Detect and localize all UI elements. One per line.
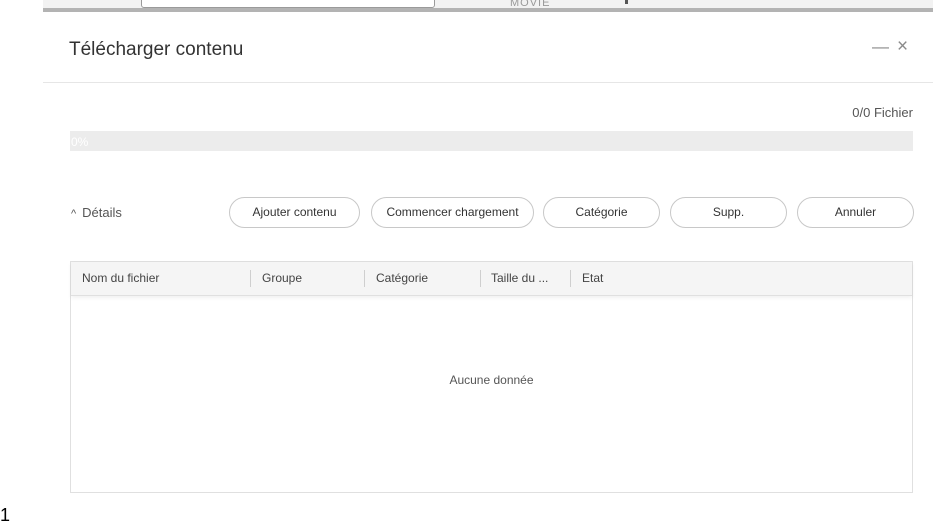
- column-header-group[interactable]: Groupe: [262, 262, 302, 295]
- column-header-size[interactable]: Taille du ...: [491, 262, 548, 295]
- chevron-up-icon: ^: [71, 208, 77, 220]
- column-divider[interactable]: [250, 270, 251, 287]
- column-divider[interactable]: [364, 270, 365, 287]
- column-header-category[interactable]: Catégorie: [376, 262, 428, 295]
- category-button[interactable]: Catégorie: [543, 197, 660, 228]
- details-toggle[interactable]: ^ Détails: [71, 205, 122, 220]
- title-divider: [43, 82, 933, 83]
- page-number: 1: [0, 505, 11, 525]
- background-window-strip: MOVIE: [43, 0, 933, 12]
- column-divider[interactable]: [480, 270, 481, 287]
- details-label: Détails: [82, 205, 122, 220]
- minimize-icon[interactable]: —: [872, 37, 889, 57]
- progress-bar: 0%: [70, 131, 913, 151]
- background-cursor-mark: [625, 0, 628, 4]
- column-divider[interactable]: [570, 270, 571, 287]
- close-icon[interactable]: ×: [897, 36, 908, 58]
- column-header-status[interactable]: Etat: [582, 262, 603, 295]
- background-search-field: [141, 0, 435, 8]
- delete-button[interactable]: Supp.: [670, 197, 787, 228]
- file-count: 0/0 Fichier: [852, 105, 913, 120]
- cancel-button[interactable]: Annuler: [797, 197, 914, 228]
- file-table: Nom du fichier Groupe Catégorie Taille d…: [70, 261, 913, 493]
- table-header: Nom du fichier Groupe Catégorie Taille d…: [71, 262, 912, 296]
- progress-percent: 0%: [71, 135, 89, 149]
- start-upload-button[interactable]: Commencer chargement: [371, 197, 534, 228]
- empty-table-message: Aucune donnée: [449, 373, 534, 387]
- column-header-filename[interactable]: Nom du fichier: [82, 262, 159, 295]
- add-content-button[interactable]: Ajouter contenu: [229, 197, 360, 228]
- dialog-title: Télécharger contenu: [69, 39, 244, 60]
- upload-dialog: Télécharger contenu — × 0/0 Fichier 0% ^…: [43, 12, 933, 520]
